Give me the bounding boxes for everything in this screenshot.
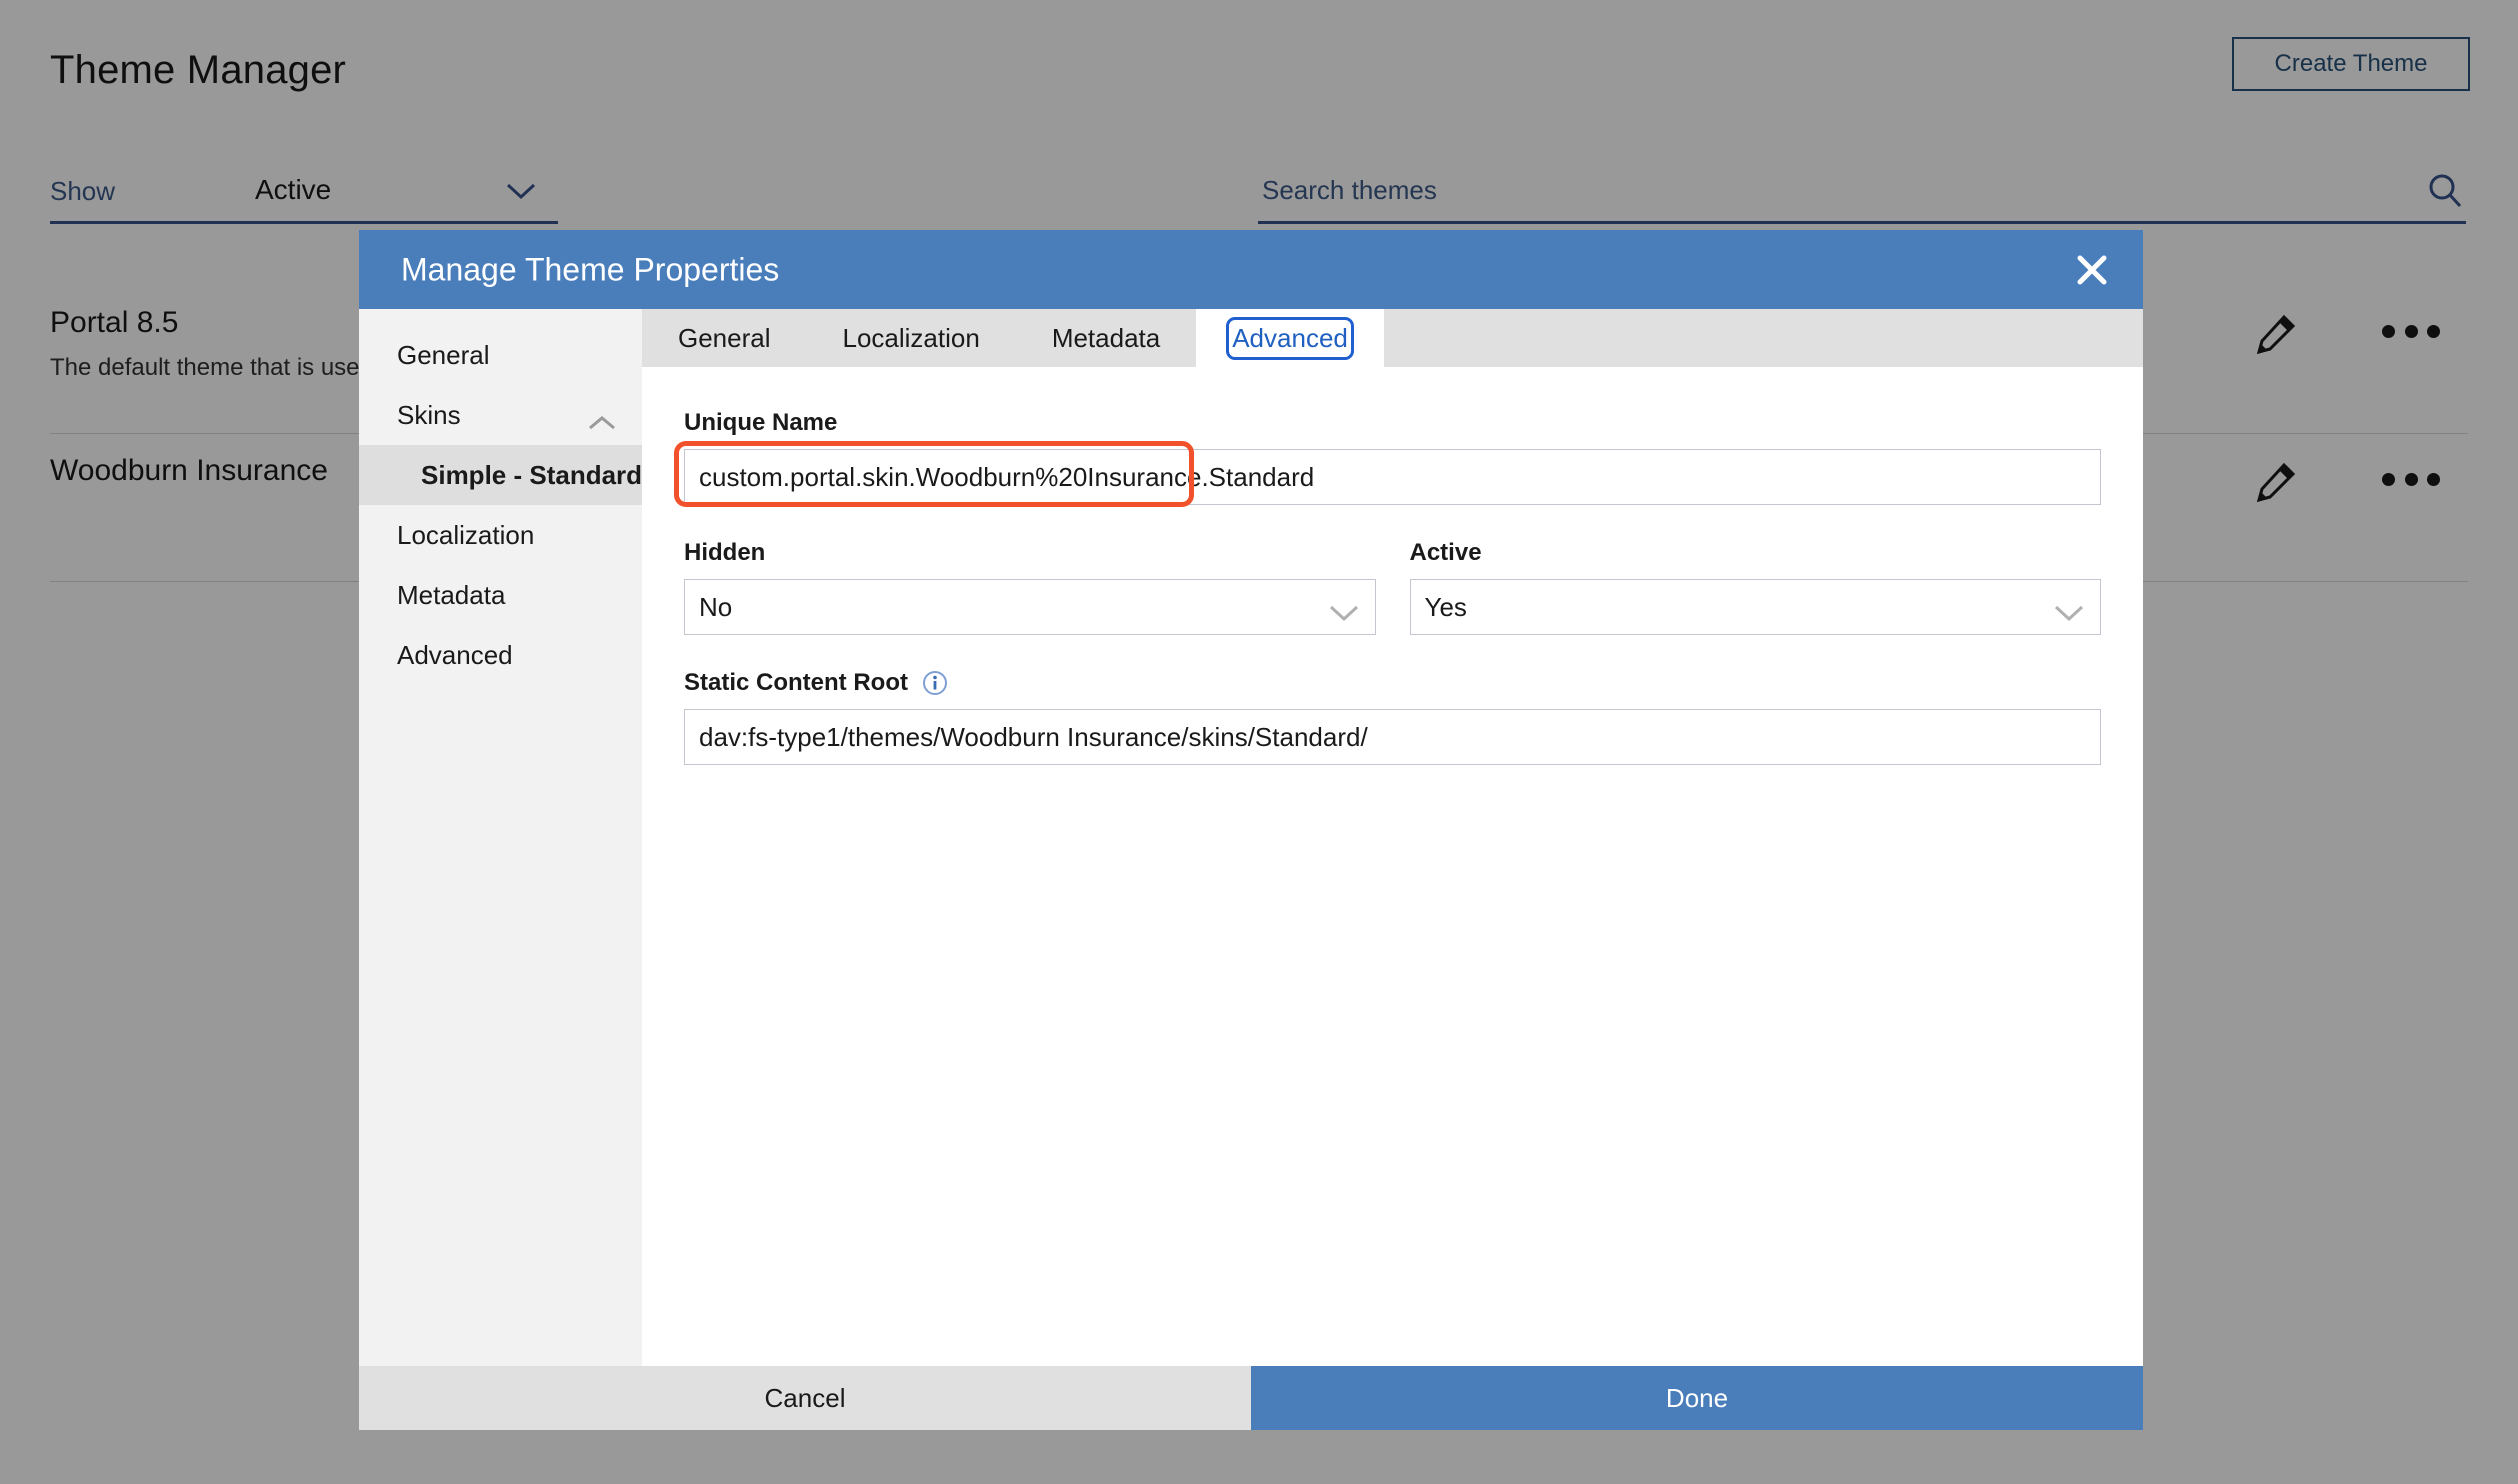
sidebar-item-label: Metadata bbox=[397, 580, 505, 611]
active-field-group: Active Yes bbox=[1410, 539, 2102, 635]
active-select[interactable]: Yes bbox=[1410, 579, 2102, 635]
unique-name-label: Unique Name bbox=[684, 409, 2101, 437]
hidden-field-group: Hidden No bbox=[684, 539, 1376, 635]
static-content-root-label: Static Content Root bbox=[684, 669, 908, 697]
cancel-button[interactable]: Cancel bbox=[359, 1366, 1251, 1430]
dialog-main-panel: General Localization Metadata Advanced bbox=[642, 309, 2143, 1366]
tab-label: Metadata bbox=[1052, 323, 1160, 354]
static-content-root-field-group: Static Content Root bbox=[684, 669, 2101, 765]
sidebar-item-skins[interactable]: Skins bbox=[359, 385, 642, 445]
tab-bar: General Localization Metadata Advanced bbox=[642, 309, 2143, 367]
chevron-down-icon bbox=[2054, 598, 2084, 616]
sidebar-item-label: Localization bbox=[397, 520, 534, 551]
sidebar-item-label: General bbox=[397, 340, 490, 371]
tab-bar-filler bbox=[1384, 309, 2143, 367]
chevron-down-icon bbox=[1329, 598, 1359, 616]
active-select-value: Yes bbox=[1425, 592, 1467, 623]
tab-label: Localization bbox=[843, 323, 980, 354]
screen-root: Theme Manager Create Theme Show Active S… bbox=[0, 0, 2518, 1484]
static-content-root-label-row: Static Content Root bbox=[684, 669, 2101, 697]
sidebar-item-simple-standard[interactable]: Simple - Standard bbox=[359, 445, 642, 505]
sidebar-item-metadata[interactable]: Metadata bbox=[359, 565, 642, 625]
sidebar-item-localization[interactable]: Localization bbox=[359, 505, 642, 565]
close-icon[interactable] bbox=[2063, 241, 2121, 299]
hidden-select-value: No bbox=[699, 592, 732, 623]
unique-name-field-group: Unique Name bbox=[684, 409, 2101, 505]
hidden-select[interactable]: No bbox=[684, 579, 1376, 635]
sidebar-item-label: Advanced bbox=[397, 640, 513, 671]
hidden-active-row: Hidden No Active Yes bbox=[684, 539, 2101, 635]
tab-metadata[interactable]: Metadata bbox=[1016, 309, 1196, 367]
dialog-header: Manage Theme Properties bbox=[359, 230, 2143, 309]
dialog-body: General Skins Simple - Standard Localiza… bbox=[359, 309, 2143, 1366]
sidebar-item-label: Skins bbox=[397, 400, 461, 431]
tab-general[interactable]: General bbox=[642, 309, 807, 367]
manage-theme-properties-dialog: Manage Theme Properties General Skins bbox=[359, 230, 2143, 1430]
info-icon[interactable] bbox=[922, 670, 948, 696]
dialog-title: Manage Theme Properties bbox=[401, 251, 779, 288]
sidebar-item-advanced[interactable]: Advanced bbox=[359, 625, 642, 685]
sidebar-item-label: Simple - Standard bbox=[421, 460, 642, 491]
tab-label: General bbox=[678, 323, 771, 354]
active-label: Active bbox=[1410, 539, 2102, 567]
dialog-sidebar: General Skins Simple - Standard Localiza… bbox=[359, 309, 642, 1366]
sidebar-item-general[interactable]: General bbox=[359, 325, 642, 385]
hidden-label: Hidden bbox=[684, 539, 1376, 567]
unique-name-input[interactable] bbox=[684, 449, 2101, 505]
static-content-root-input[interactable] bbox=[684, 709, 2101, 765]
chevron-up-icon bbox=[588, 407, 616, 423]
tab-localization[interactable]: Localization bbox=[807, 309, 1016, 367]
tab-label: Advanced bbox=[1232, 323, 1348, 354]
done-button[interactable]: Done bbox=[1251, 1366, 2143, 1430]
dialog-footer: Cancel Done bbox=[359, 1366, 2143, 1430]
advanced-tab-content: Unique Name Hidden No bbox=[642, 367, 2143, 1366]
tab-advanced[interactable]: Advanced bbox=[1196, 309, 1384, 367]
